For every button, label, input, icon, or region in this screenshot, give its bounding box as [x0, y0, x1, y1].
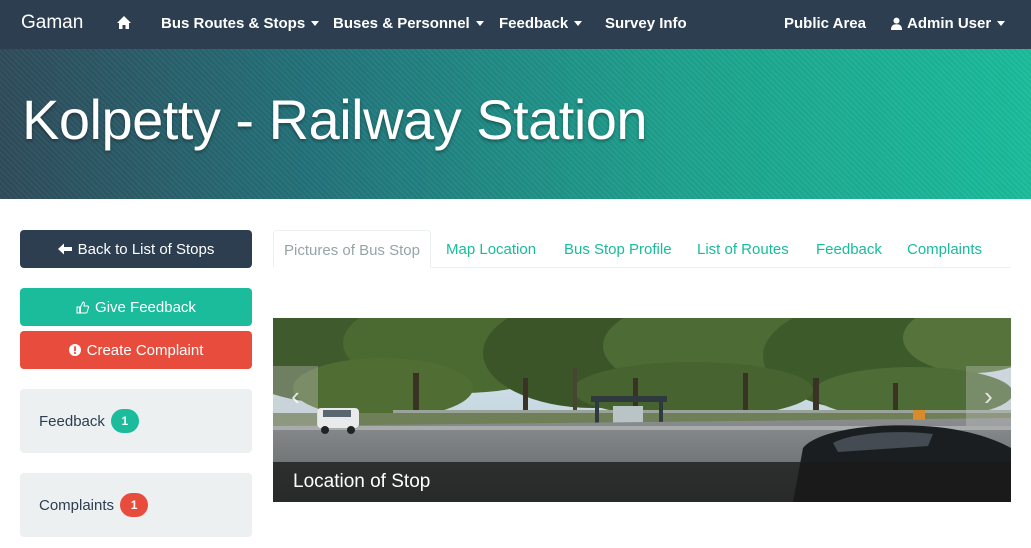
nav-user-label: Admin User: [907, 15, 992, 32]
complaints-count-badge: 1: [120, 493, 149, 517]
back-to-list-button[interactable]: Back to List of Stops: [20, 230, 252, 268]
page-header-banner: Kolpetty - Railway Station: [0, 49, 1031, 199]
nav-feedback[interactable]: Feedback: [499, 15, 583, 32]
nav-public-area[interactable]: Public Area: [784, 15, 866, 32]
complaints-summary-well: Complaints 1: [20, 473, 252, 537]
tab-complaints[interactable]: Complaints: [907, 230, 982, 268]
nav-bus-routes-stops[interactable]: Bus Routes & Stops: [161, 15, 320, 32]
feedback-count-badge: 1: [110, 409, 139, 433]
feedback-summary-label: Feedback: [39, 412, 105, 430]
tab-bus-stop-profile[interactable]: Bus Stop Profile: [564, 230, 672, 268]
nav-public-area-label: Public Area: [784, 15, 866, 32]
home-icon[interactable]: [116, 15, 132, 31]
nav-user-menu[interactable]: Admin User: [890, 15, 1006, 32]
give-feedback-label: Give Feedback: [95, 298, 196, 316]
chevron-down-icon: [311, 21, 320, 26]
nav-survey-info-label: Survey Info: [605, 15, 687, 32]
tab-list-of-routes[interactable]: List of Routes: [697, 230, 789, 268]
create-complaint-label: Create Complaint: [86, 341, 204, 359]
arrow-left-icon: [57, 243, 72, 255]
carousel-caption: Location of Stop: [273, 462, 1011, 502]
carousel-prev-button[interactable]: ‹: [273, 366, 318, 426]
thumbs-up-icon: [76, 300, 90, 313]
carousel-next-button[interactable]: ›: [966, 366, 1011, 426]
user-icon: [891, 17, 902, 30]
nav-buses-personnel-label: Buses & Personnel: [333, 15, 470, 32]
nav-buses-personnel[interactable]: Buses & Personnel: [333, 15, 484, 32]
tab-map-location[interactable]: Map Location: [446, 230, 536, 268]
nav-bus-routes-stops-label: Bus Routes & Stops: [161, 15, 306, 32]
bus-stop-tabs: Pictures of Bus Stop Map Location Bus St…: [273, 230, 1011, 268]
nav-survey-info[interactable]: Survey Info: [605, 15, 687, 32]
tab-feedback[interactable]: Feedback: [816, 230, 882, 268]
bus-stop-photo-carousel: ‹ › Location of Stop: [273, 318, 1011, 502]
top-navbar: Gaman Bus Routes & Stops Buses & Personn…: [0, 0, 1031, 49]
give-feedback-button[interactable]: Give Feedback: [20, 288, 252, 326]
nav-feedback-label: Feedback: [499, 15, 569, 32]
create-complaint-button[interactable]: Create Complaint: [20, 331, 252, 369]
brand-logo[interactable]: Gaman: [21, 12, 83, 34]
back-to-list-label: Back to List of Stops: [77, 240, 215, 258]
chevron-down-icon: [475, 21, 484, 26]
chevron-down-icon: [997, 21, 1006, 26]
chevron-down-icon: [574, 21, 583, 26]
complaints-summary-label: Complaints: [39, 496, 115, 514]
tab-pictures[interactable]: Pictures of Bus Stop: [273, 230, 431, 268]
feedback-summary-well: Feedback 1: [20, 389, 252, 453]
page-title: Kolpetty - Railway Station: [22, 88, 648, 151]
exclamation-circle-icon: [68, 344, 81, 356]
